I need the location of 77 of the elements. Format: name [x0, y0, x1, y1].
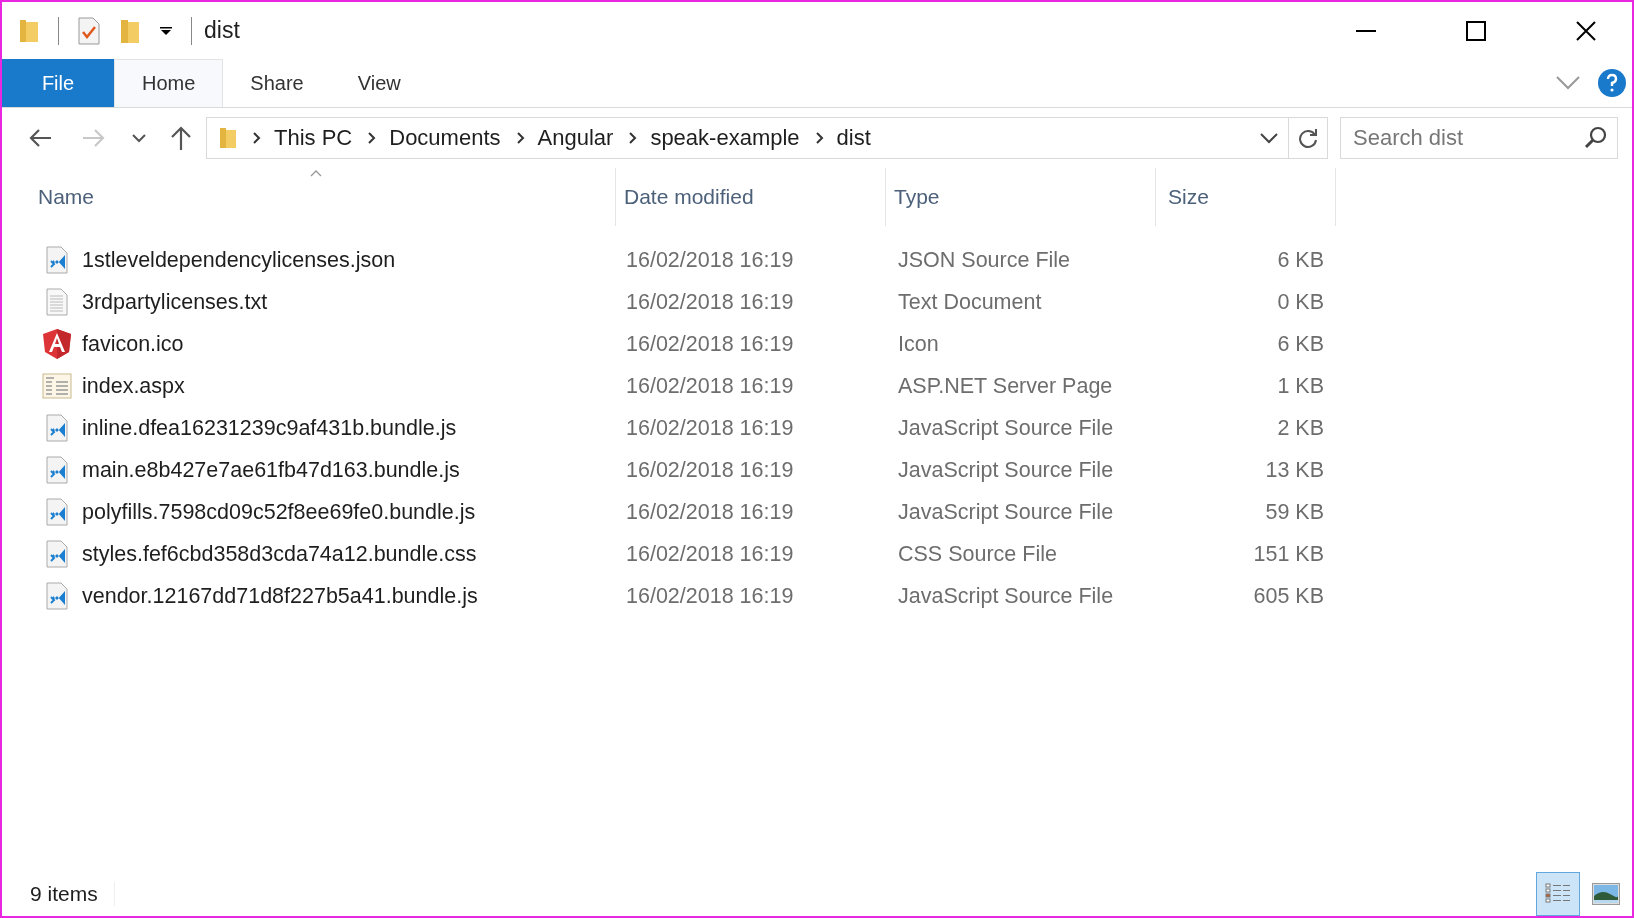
chevron-down-icon[interactable] — [1260, 132, 1278, 144]
file-name[interactable]: inline.dfea16231239c9af431b.bundle.js — [82, 415, 457, 441]
search-field[interactable]: Search dist — [1340, 117, 1618, 159]
details-list-icon — [1544, 882, 1572, 906]
file-name[interactable]: vendor.12167dd71d8f227b5a41.bundle.js — [82, 583, 478, 609]
window-title: dist — [204, 17, 240, 44]
landscape-picture-icon — [1592, 883, 1620, 905]
file-size-cell: 2 KB — [1277, 415, 1324, 441]
file-type-cell: ASP.NET Server Page — [898, 373, 1113, 399]
file-type-cell: CSS Source File — [898, 541, 1057, 567]
file-name[interactable]: 1stleveldependencylicenses.json — [82, 247, 396, 273]
date-modified-cell: 16/02/2018 16:19 — [626, 415, 794, 441]
chevron-right-icon — [368, 132, 377, 144]
file-size-cell: 6 KB — [1277, 247, 1324, 273]
help-icon[interactable] — [1598, 69, 1626, 97]
file-name[interactable]: polyfills.7598cd09c52f8ee69fe0.bundle.js — [82, 499, 476, 525]
column-header[interactable]: Name — [38, 185, 95, 209]
breadcrumb-item[interactable]: Documents — [389, 125, 501, 151]
file-size-cell: 6 KB — [1277, 331, 1324, 357]
maximize-icon — [1466, 20, 1486, 41]
chevron-down-icon[interactable] — [132, 133, 146, 143]
folder-icon — [219, 127, 237, 149]
web-page-file-icon — [42, 372, 72, 400]
breadcrumb-item[interactable]: Angular — [537, 125, 614, 151]
file-type-cell: JSON Source File — [898, 247, 1071, 273]
file-name[interactable]: styles.fef6cbd358d3cda74a12.bundle.css — [82, 541, 477, 567]
file-type-cell: JavaScript Source File — [898, 457, 1114, 483]
date-modified-cell: 16/02/2018 16:19 — [626, 289, 794, 315]
file-type-cell: JavaScript Source File — [898, 415, 1114, 441]
refresh-icon[interactable] — [1297, 127, 1319, 149]
up-arrow-icon[interactable] — [170, 125, 192, 151]
file-name[interactable]: favicon.ico — [82, 331, 184, 357]
search-icon — [1584, 126, 1608, 150]
breadcrumb-item[interactable]: speak-example — [650, 125, 800, 151]
date-modified-cell: 16/02/2018 16:19 — [626, 583, 794, 609]
back-arrow-icon[interactable] — [28, 128, 52, 148]
breadcrumb-item[interactable]: dist — [836, 125, 871, 151]
file-size-cell: 1 KB — [1277, 373, 1324, 399]
column-header[interactable]: Type — [894, 185, 940, 209]
file-type-cell: JavaScript Source File — [898, 583, 1114, 609]
file-size-cell: 13 KB — [1265, 457, 1324, 483]
file-name[interactable]: 3rdpartylicenses.txt — [82, 289, 268, 315]
ribbon-tab[interactable]: Home — [114, 59, 224, 107]
date-modified-cell: 16/02/2018 16:19 — [626, 541, 794, 567]
column-header[interactable]: Size — [1168, 185, 1209, 209]
item-count: 9 items — [30, 882, 115, 906]
column-header[interactable]: Date modified — [624, 185, 754, 209]
breadcrumb-item[interactable]: This PC — [274, 125, 353, 151]
chevron-right-icon — [815, 132, 824, 144]
date-modified-cell: 16/02/2018 16:19 — [626, 373, 794, 399]
chevron-right-icon — [516, 132, 525, 144]
file-size-cell: 151 KB — [1253, 541, 1324, 567]
date-modified-cell: 16/02/2018 16:19 — [626, 457, 794, 483]
file-size-cell: 59 KB — [1265, 499, 1324, 525]
chevron-right-icon — [629, 132, 638, 144]
properties-icon[interactable] — [77, 16, 101, 45]
minimize-icon — [1356, 29, 1376, 32]
ribbon-tab[interactable]: View — [330, 59, 428, 107]
date-modified-cell: 16/02/2018 16:19 — [626, 331, 794, 357]
file-type-cell: Icon — [898, 331, 939, 357]
close-icon — [1576, 20, 1596, 41]
file-size-cell: 0 KB — [1277, 289, 1324, 315]
details-view-button[interactable] — [1536, 872, 1580, 916]
file-menu-button[interactable]: File — [2, 59, 114, 107]
file-type-cell: Text Document — [898, 289, 1042, 315]
angular-shield-icon — [42, 328, 72, 360]
sort-caret-icon — [310, 170, 322, 177]
dropdown-icon[interactable] — [159, 24, 173, 37]
file-type-cell: JavaScript Source File — [898, 499, 1114, 525]
address-bar[interactable]: This PC Documents Angular speak-example dist — [206, 117, 1328, 159]
file-name[interactable]: index.aspx — [82, 373, 185, 399]
file-name[interactable]: main.e8b427e7ae61fb47d163.bundle.js — [82, 457, 460, 483]
date-modified-cell: 16/02/2018 16:19 — [626, 247, 794, 273]
chevron-right-icon — [253, 132, 261, 144]
ribbon-tab[interactable]: Share — [223, 59, 331, 107]
date-modified-cell: 16/02/2018 16:19 — [626, 499, 794, 525]
file-size-cell: 605 KB — [1253, 583, 1324, 609]
